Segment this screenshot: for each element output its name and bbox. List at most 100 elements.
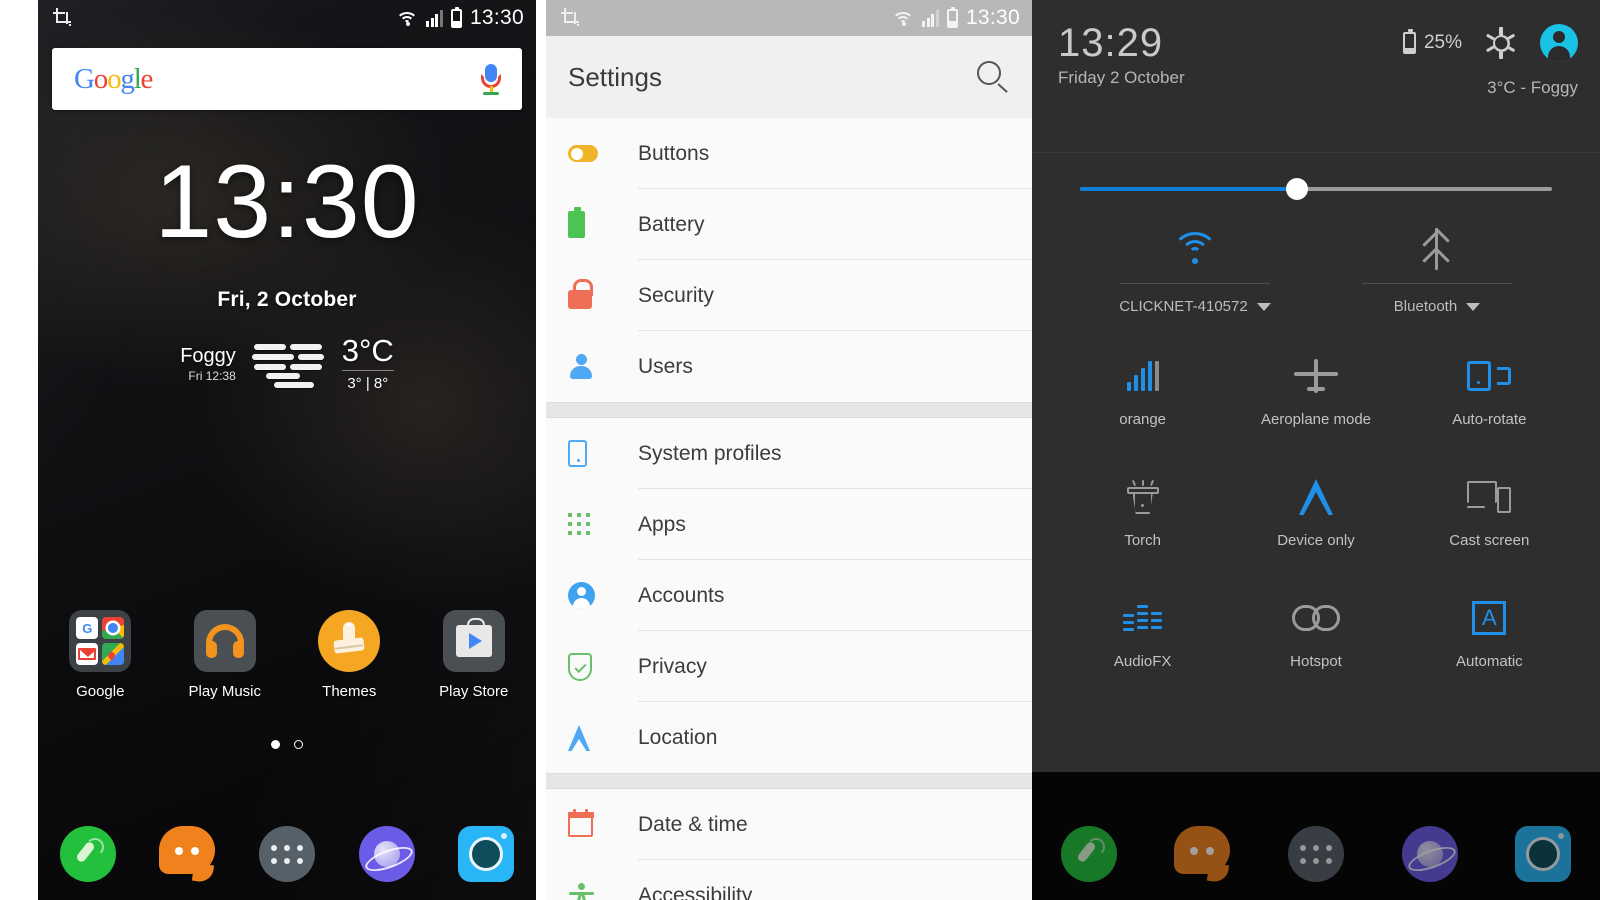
battery-icon (450, 6, 462, 28)
dock-messaging[interactable] (138, 826, 238, 884)
location-arrow-icon (568, 724, 612, 752)
signal-icon (426, 9, 443, 27)
gmail-icon (76, 643, 99, 665)
tile-mobile-network[interactable]: orange (1056, 329, 1229, 450)
settings-item-security[interactable]: Security (546, 260, 1032, 331)
settings-group-separator (546, 402, 1032, 418)
wifi-tile[interactable]: CLICKNET-410572 (1074, 221, 1316, 315)
tile-audiofx[interactable]: AudioFX (1056, 571, 1229, 692)
dock-messaging[interactable] (1146, 826, 1260, 884)
settings-item-date-time[interactable]: Date & time (546, 789, 1032, 860)
wifi-icon (1172, 221, 1218, 277)
weather-widget[interactable]: Foggy Fri 12:38 3°C 3° | 8° (38, 335, 536, 392)
dock-camera[interactable] (1486, 826, 1600, 882)
calendar-icon (567, 808, 612, 837)
settings-item-accessibility[interactable]: Accessibility (546, 860, 1032, 900)
phone-outline-icon (568, 440, 612, 467)
settings-item-label: Location (638, 725, 718, 749)
settings-item-users[interactable]: Users (546, 331, 1032, 402)
dock-browser[interactable] (1373, 826, 1487, 882)
battery-icon (946, 6, 958, 28)
tile-auto-rotate[interactable]: Auto-rotate (1403, 329, 1576, 450)
phone-icon (1060, 826, 1117, 882)
tile-location-mode[interactable]: Device only (1229, 450, 1402, 571)
tile-label: Torch (1124, 532, 1161, 549)
settings-item-label: Security (638, 283, 714, 307)
camera-icon (458, 826, 515, 882)
weather-high-low: 3° | 8° (341, 370, 394, 392)
tile-auto-brightness[interactable]: A Automatic (1403, 571, 1576, 692)
settings-item-accounts[interactable]: Accounts (546, 560, 1032, 631)
google-folder-icon: G (69, 610, 132, 672)
search-icon[interactable] (976, 60, 1010, 94)
messaging-icon (1174, 826, 1231, 884)
home-clock: 13:30 (154, 144, 420, 260)
quick-settings-panel: 13:29 Friday 2 October 25% 3°C - Foggy C… (1032, 0, 1600, 900)
app-google-folder[interactable]: G Google (38, 610, 163, 700)
brightness-fill (1080, 187, 1298, 191)
settings-item-location[interactable]: Location (546, 702, 1032, 773)
settings-item-apps[interactable]: Apps (546, 489, 1032, 560)
weather-condition-block: Foggy Fri 12:38 (180, 345, 244, 383)
page-dot[interactable] (294, 740, 303, 749)
dock-app-drawer[interactable] (1259, 826, 1373, 882)
settings-group-separator (546, 773, 1032, 789)
status-bar-clock: 13:30 (469, 6, 524, 29)
screenshot-stage: 13:30 Google 13:30 Fri, 2 October Foggy … (0, 0, 1600, 900)
person-icon (568, 353, 612, 380)
dock-phone[interactable] (1032, 826, 1146, 882)
brightness-knob[interactable] (1286, 178, 1309, 200)
page-dot-active[interactable] (271, 740, 280, 749)
weather-condition: Foggy (180, 344, 236, 367)
tile-aeroplane-mode[interactable]: Aeroplane mode (1229, 329, 1402, 450)
chevron-down-icon[interactable] (1256, 302, 1271, 311)
app-themes[interactable]: Themes (287, 610, 412, 700)
fog-icon (251, 342, 324, 388)
settings-item-label: Users (638, 354, 693, 378)
gear-icon[interactable] (1484, 26, 1518, 60)
app-drawer-icon (258, 826, 315, 882)
bluetooth-tile-label[interactable]: Bluetooth (1394, 298, 1481, 315)
tile-cast-screen[interactable]: Cast screen (1403, 450, 1576, 571)
cast-screen-icon (1467, 472, 1512, 522)
dock-app-drawer[interactable] (237, 826, 337, 882)
settings-item-privacy[interactable]: Privacy (546, 631, 1032, 702)
shield-check-icon (568, 652, 612, 681)
page-indicator (38, 740, 536, 749)
settings-app-bar: Settings (546, 36, 1032, 118)
dock-phone[interactable] (38, 826, 138, 882)
location-nav-icon (1298, 472, 1333, 522)
camera-icon (1515, 826, 1572, 882)
tile-label: Aeroplane mode (1260, 411, 1372, 428)
wifi-tile-label[interactable]: CLICKNET-410572 (1119, 298, 1271, 315)
status-bar-clock: 13:30 (965, 6, 1020, 29)
settings-item-system-profiles[interactable]: System profiles (546, 418, 1032, 489)
app-label: Themes (322, 683, 377, 700)
google-search-bar[interactable]: Google (52, 48, 522, 110)
auto-brightness-icon: A (1472, 593, 1507, 643)
settings-item-buttons[interactable]: Buttons (546, 118, 1032, 189)
weather-updated: Fri 12:38 (188, 368, 236, 383)
screenshot-crop-icon (52, 8, 72, 28)
battery-status[interactable]: 25% (1402, 29, 1462, 54)
home-dock (38, 826, 536, 884)
chevron-down-icon[interactable] (1466, 302, 1481, 311)
dock-browser[interactable] (337, 826, 437, 882)
dimmed-dock (1032, 826, 1600, 884)
home-app-row: G Google Play Music Themes Play Store (38, 610, 536, 700)
tile-torch[interactable]: Torch (1056, 450, 1229, 571)
dock-camera[interactable] (436, 826, 536, 882)
tile-label: Hotspot (1290, 653, 1342, 670)
avatar[interactable] (1540, 24, 1578, 62)
quick-settings-header-actions: 25% (1402, 24, 1578, 62)
app-play-store[interactable]: Play Store (412, 610, 537, 700)
tile-hotspot[interactable]: Hotspot (1229, 571, 1402, 692)
equalizer-icon (1122, 593, 1163, 643)
wifi-icon (892, 10, 915, 27)
bluetooth-tile[interactable]: Bluetooth (1316, 221, 1558, 315)
brightness-slider[interactable] (1080, 178, 1552, 200)
app-play-music[interactable]: Play Music (163, 610, 288, 700)
settings-item-battery[interactable]: Battery (546, 189, 1032, 260)
tile-underline (1120, 283, 1270, 284)
voice-search-mic-icon[interactable] (478, 62, 504, 96)
